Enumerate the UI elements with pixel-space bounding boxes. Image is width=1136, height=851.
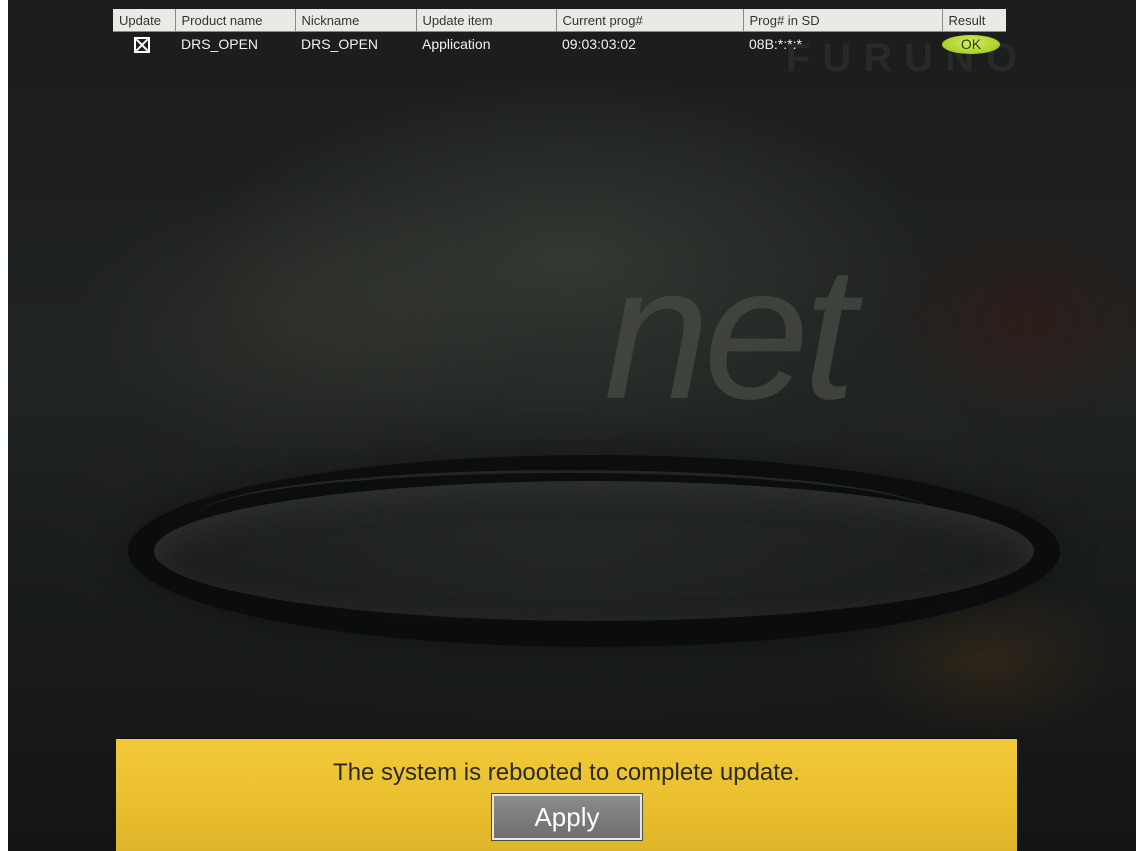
reboot-message-text: The system is rebooted to complete updat…	[333, 759, 800, 786]
apply-button[interactable]: Apply	[491, 793, 643, 841]
update-table: Update Product name Nickname Update item…	[113, 9, 1006, 56]
update-checkbox[interactable]	[134, 36, 150, 53]
column-header-result[interactable]: Result	[941, 9, 1006, 32]
result-ok-badge: OK	[942, 34, 1000, 54]
update-screen: net FURUNO	[8, 0, 1136, 851]
update-item-cell: Application	[422, 36, 491, 52]
table-row[interactable]: DRS_OPEN DRS_OPEN Application 09:03:03:0…	[113, 32, 1006, 57]
column-header-update-item[interactable]: Update item	[415, 9, 556, 32]
nickname-cell: DRS_OPEN	[301, 36, 379, 52]
column-header-nickname[interactable]: Nickname	[294, 9, 416, 32]
table-header-row: Update Product name Nickname Update item…	[113, 9, 1006, 32]
result-cell: OK	[942, 32, 1006, 57]
prog-in-sd-cell: 08B:*:*:*	[749, 36, 802, 52]
column-header-prog-in-sd[interactable]: Prog# in SD	[742, 9, 942, 32]
reboot-message-panel: The system is rebooted to complete updat…	[116, 739, 1017, 851]
update-cell	[113, 32, 175, 57]
column-header-product-name[interactable]: Product name	[174, 9, 295, 32]
current-prog-cell: 09:03:03:02	[562, 36, 636, 52]
column-header-current-prog[interactable]: Current prog#	[555, 9, 743, 32]
background-ring-highlight	[198, 470, 938, 563]
background-watermark-word: net	[604, 227, 856, 439]
column-header-update[interactable]: Update	[113, 9, 175, 32]
product-name-cell: DRS_OPEN	[181, 36, 259, 52]
